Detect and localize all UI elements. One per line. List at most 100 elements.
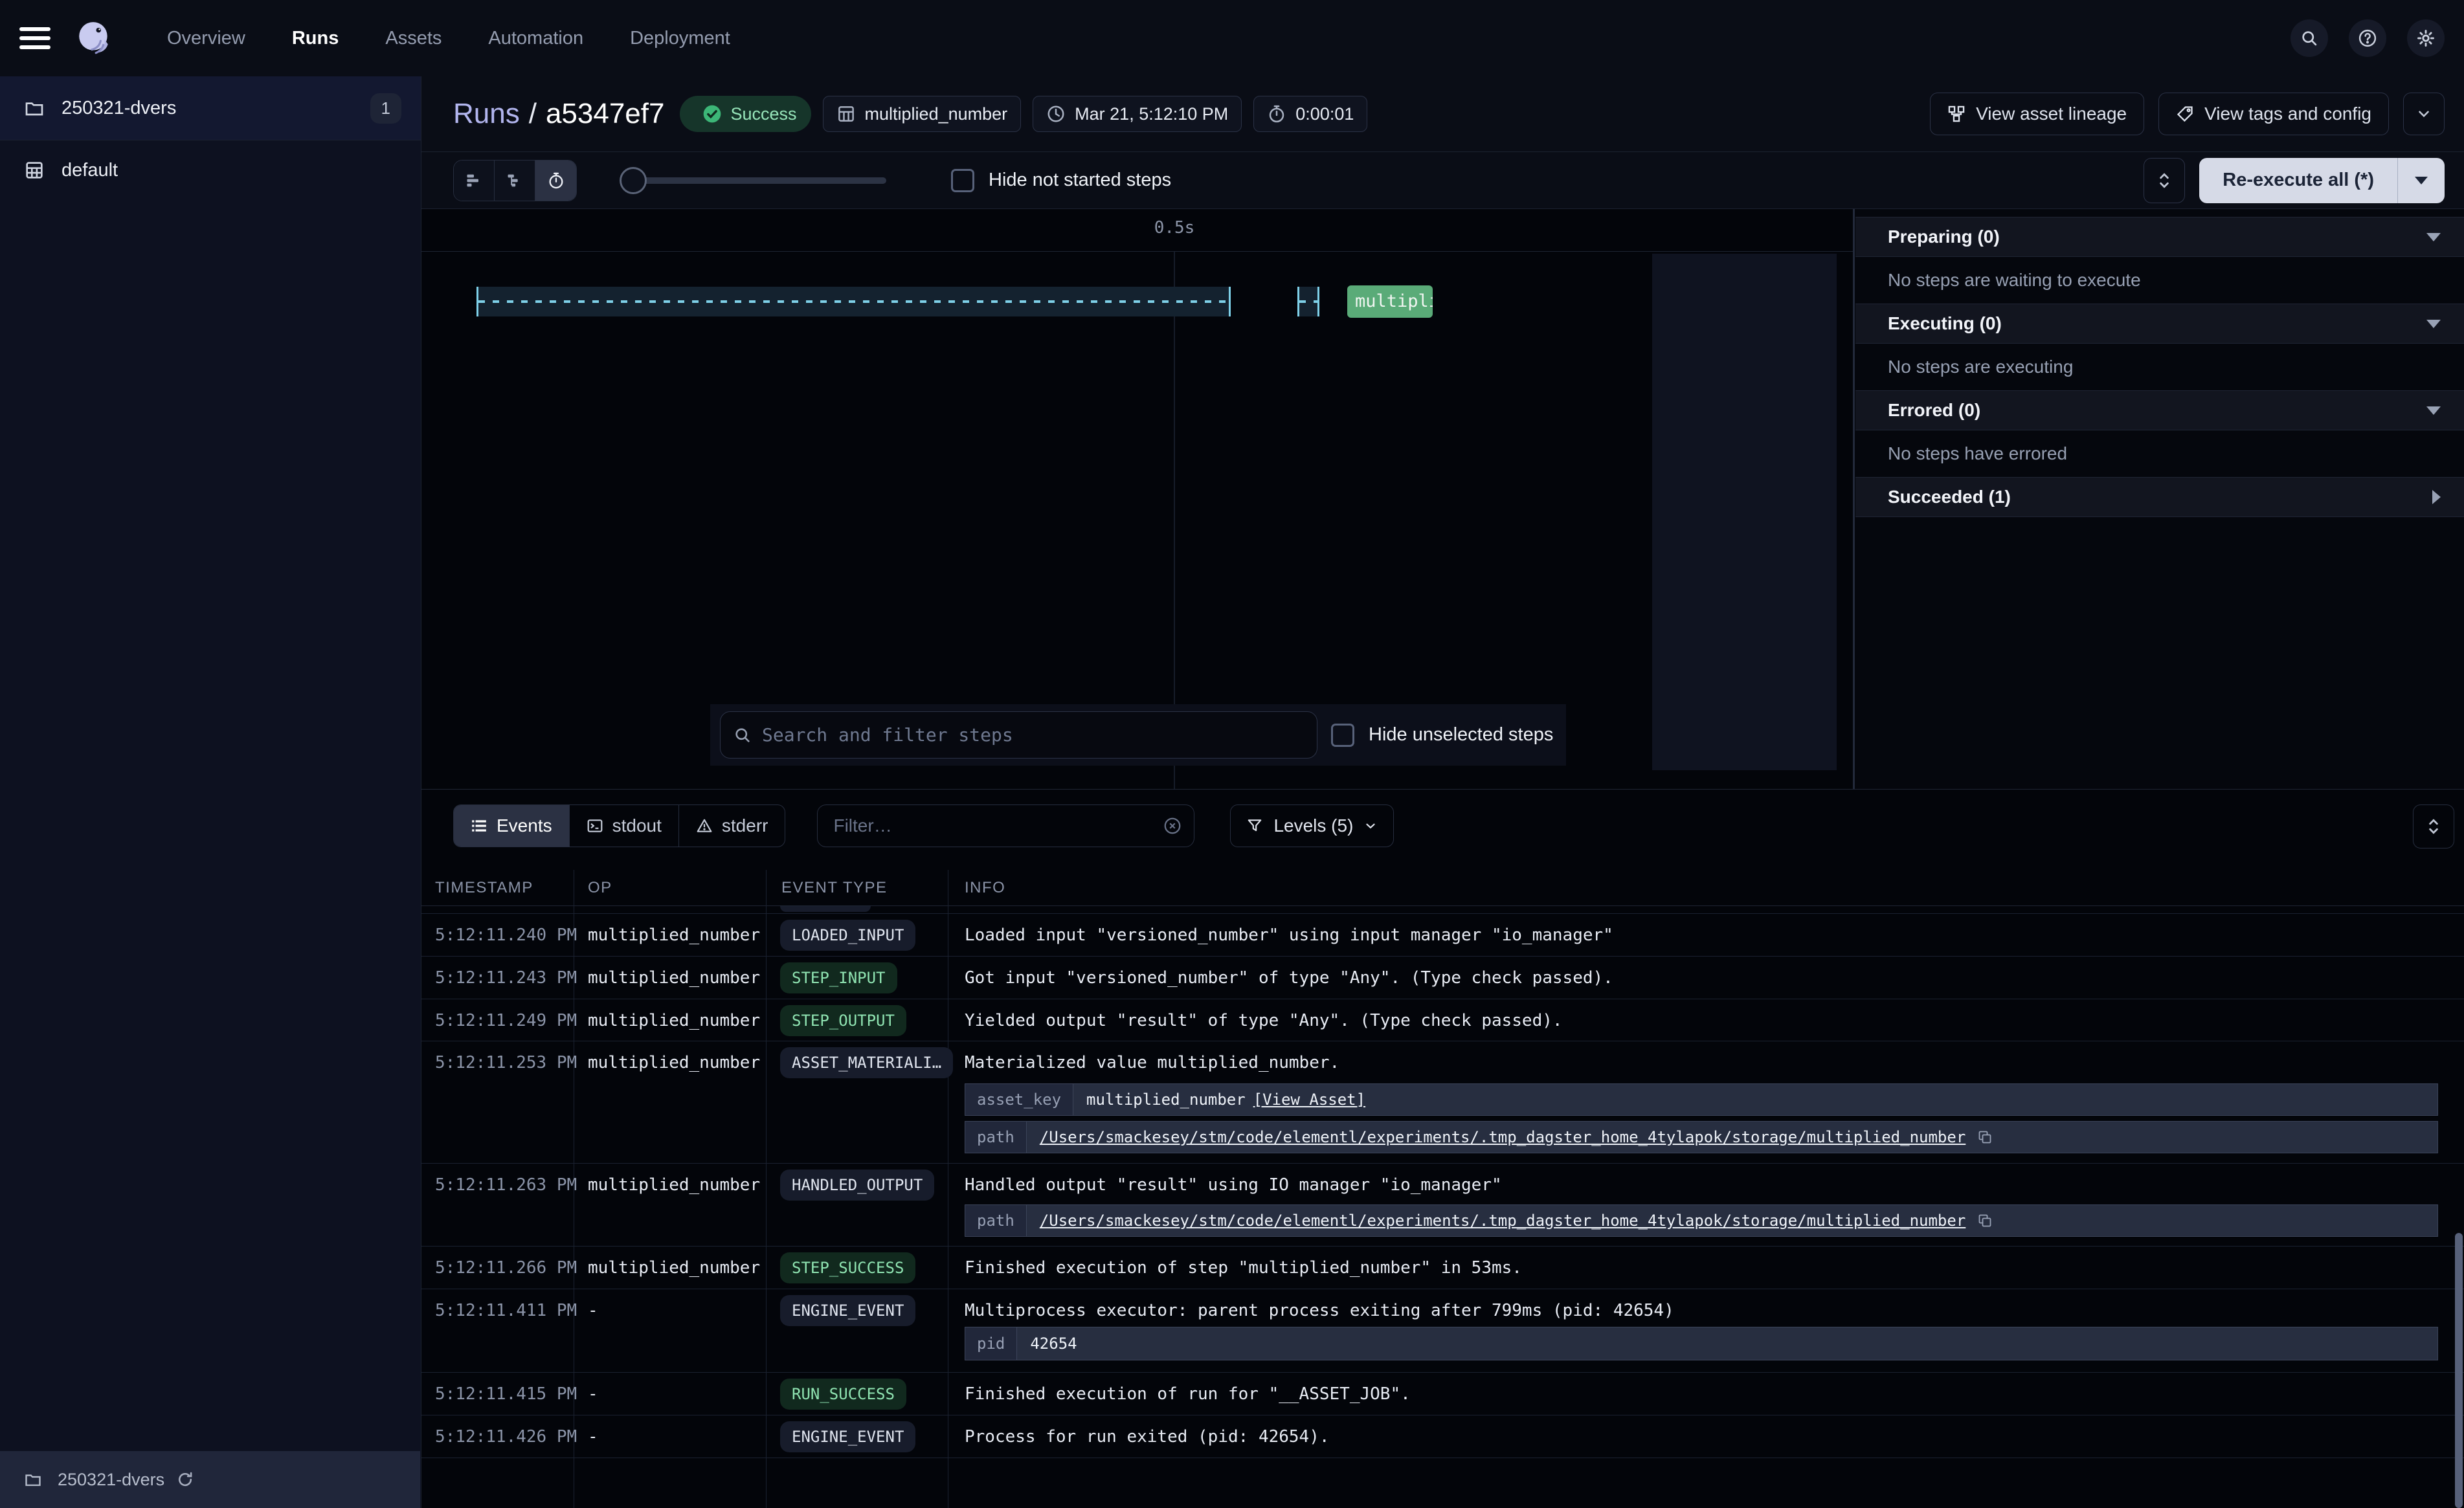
sidebar: 250321-dvers 1 default 250321-dvers <box>0 76 421 1508</box>
slider-knob[interactable] <box>620 167 647 194</box>
view-asset-lineage-button[interactable]: View asset lineage <box>1930 93 2144 135</box>
folder-icon <box>24 98 45 118</box>
copy-icon[interactable] <box>1977 1129 1993 1145</box>
sidebar-item-default-job[interactable]: default <box>0 140 421 200</box>
gantt-step-bar[interactable]: multipli… <box>1347 285 1433 318</box>
nav-item-automation[interactable]: Automation <box>488 28 583 49</box>
reexecute-all-button[interactable]: Re-execute all (*) <box>2199 158 2398 203</box>
search-button[interactable] <box>2290 19 2328 57</box>
levels-filter-button[interactable]: Levels (5) <box>1230 804 1394 847</box>
nav-actions <box>2290 19 2445 57</box>
hide-not-started-checkbox[interactable] <box>951 169 974 192</box>
view-asset-link[interactable]: [View Asset] <box>1253 1091 1365 1109</box>
section-header-errored[interactable]: Errored (0) <box>1855 390 2464 430</box>
section-title: Executing (0) <box>1888 313 2002 334</box>
chevrons-up-down-icon <box>2156 171 2173 190</box>
section-title: Succeeded (1) <box>1888 487 2011 507</box>
flat-view-button[interactable] <box>454 161 495 201</box>
log-filter-input[interactable] <box>833 815 1163 836</box>
gantt-expand-button[interactable] <box>2144 158 2185 203</box>
chevron-down-icon <box>2415 105 2432 122</box>
gantt-timeline: 0.5s <box>421 209 1853 252</box>
event-op: multiplied_number <box>588 968 760 988</box>
panel-divider[interactable] <box>1853 209 1855 789</box>
gantt-search-panel: Hide unselected steps <box>710 704 1566 766</box>
sidebar-item-workspace[interactable]: 250321-dvers 1 <box>0 76 421 140</box>
nav-item-assets[interactable]: Assets <box>385 28 442 49</box>
metadata-key: path <box>965 1205 1027 1236</box>
view-tags-config-button[interactable]: View tags and config <box>2158 93 2389 135</box>
tab-events[interactable]: Events <box>454 805 570 847</box>
workspace-count-badge: 1 <box>370 93 401 124</box>
step-search-box <box>720 711 1317 759</box>
terminal-icon <box>587 817 603 834</box>
metadata-key: path <box>965 1122 1027 1153</box>
gantt-waiting-bar[interactable] <box>476 287 1231 316</box>
timed-view-button[interactable] <box>535 161 576 201</box>
reexecute-dropdown-button[interactable] <box>2398 158 2445 203</box>
start-time-tag: Mar 21, 5:12:10 PM <box>1033 96 1242 132</box>
log-toolbar: Events stdout stderr Levels (5) <box>453 804 1394 847</box>
event-info: Yielded output "result" of type "Any". (… <box>965 1011 1563 1030</box>
flat-list-icon <box>465 172 483 190</box>
header-more-button[interactable] <box>2403 93 2445 135</box>
asset-tag[interactable]: multiplied_number <box>823 96 1022 132</box>
hide-unselected-checkbox[interactable] <box>1331 724 1354 747</box>
view-mode-segmented-control <box>453 160 577 201</box>
chevron-down-icon <box>1363 819 1378 833</box>
event-timestamp: 5:12:11.249 PM <box>435 1011 577 1030</box>
section-header-preparing[interactable]: Preparing (0) <box>1855 217 2464 257</box>
gantt-minimap-band[interactable] <box>1652 254 1837 770</box>
nav-item-overview[interactable]: Overview <box>167 28 245 49</box>
event-row: 5:12:11.240 PM multiplied_number LOADED_… <box>421 914 2464 957</box>
waterfall-view-button[interactable] <box>495 161 535 201</box>
tag-icon <box>2176 105 2194 123</box>
warning-triangle-icon <box>696 817 713 834</box>
tab-stderr[interactable]: stderr <box>679 805 785 847</box>
event-info: Finished execution of step "multiplied_n… <box>965 1258 1522 1278</box>
path-link[interactable]: /Users/smackesey/stm/code/elementl/exper… <box>1040 1128 1966 1146</box>
funnel-icon <box>1246 817 1263 834</box>
step-search-input[interactable] <box>762 724 1304 746</box>
event-op: - <box>588 1384 598 1404</box>
event-row: 5:12:11.243 PM multiplied_number STEP_IN… <box>421 957 2464 999</box>
zoom-slider[interactable] <box>620 160 886 201</box>
event-type-badge: STEP_SUCCESS <box>780 1252 915 1283</box>
event-row: 5:12:11.266 PM multiplied_number STEP_SU… <box>421 1247 2464 1289</box>
search-icon <box>734 726 752 744</box>
section-body-text: No steps are executing <box>1888 357 2073 377</box>
tab-stdout[interactable]: stdout <box>570 805 679 847</box>
hamburger-menu-icon[interactable] <box>19 27 50 50</box>
log-expand-button[interactable] <box>2413 804 2454 848</box>
section-body-errored: No steps have errored <box>1855 430 2464 477</box>
clear-filter-icon[interactable] <box>1163 816 1182 836</box>
tab-stdout-label: stdout <box>612 815 662 836</box>
path-link[interactable]: /Users/smackesey/stm/code/elementl/exper… <box>1040 1212 1966 1230</box>
hide-unselected-label: Hide unselected steps <box>1369 724 1553 746</box>
vertical-scrollbar[interactable] <box>2455 1233 2463 1508</box>
caret-right-icon <box>2432 490 2441 504</box>
breadcrumb-runs-link[interactable]: Runs <box>453 98 520 130</box>
help-button[interactable] <box>2349 19 2386 57</box>
nav-item-deployment[interactable]: Deployment <box>630 28 730 49</box>
gantt-waiting-segment[interactable] <box>1297 287 1319 316</box>
event-row: 5:12:11.415 PM - RUN_SUCCESS Finished ex… <box>421 1373 2464 1415</box>
event-info: Finished execution of run for "__ASSET_J… <box>965 1384 1411 1404</box>
nav-item-runs[interactable]: Runs <box>292 28 339 49</box>
reexecute-split-button: Re-execute all (*) <box>2199 158 2445 203</box>
slider-track[interactable] <box>633 177 886 184</box>
dagster-logo[interactable] <box>75 19 113 57</box>
tab-stderr-label: stderr <box>722 815 768 836</box>
settings-button[interactable] <box>2407 19 2445 57</box>
refresh-icon[interactable] <box>176 1470 194 1489</box>
run-id: a5347ef7 <box>546 98 665 130</box>
duration-label: 0:00:01 <box>1295 104 1354 124</box>
check-circle-icon <box>702 104 722 124</box>
event-row: 5:12:11.411 PM - ENGINE_EVENT Multiproce… <box>421 1289 2464 1373</box>
copy-icon[interactable] <box>1977 1213 1993 1228</box>
metadata-value: 42654 <box>1030 1335 1077 1353</box>
event-op: multiplied_number <box>588 1258 760 1278</box>
section-header-succeeded[interactable]: Succeeded (1) <box>1855 477 2464 517</box>
section-header-executing[interactable]: Executing (0) <box>1855 304 2464 344</box>
event-op: - <box>588 1301 598 1320</box>
